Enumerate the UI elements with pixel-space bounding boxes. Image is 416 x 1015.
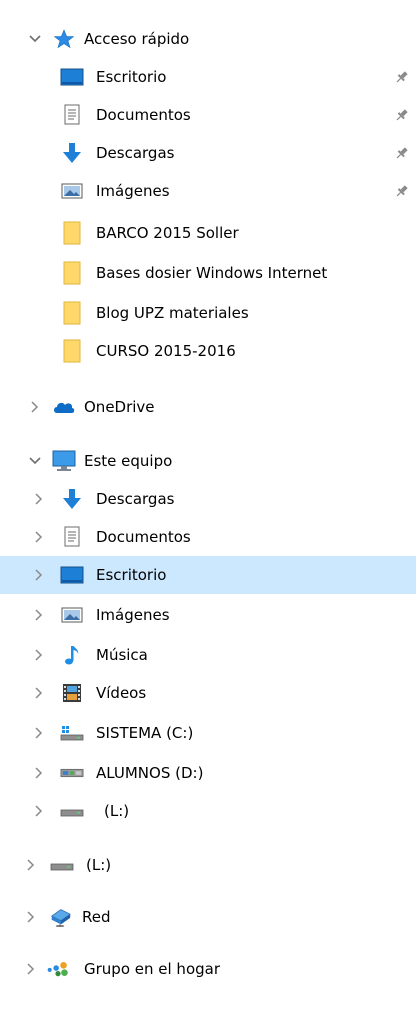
chevron-right-icon[interactable] (32, 530, 46, 544)
nav-this-pc-item-label: Imágenes (96, 606, 170, 624)
nav-quick-access-item-folder[interactable]: Blog UPZ materiales (0, 294, 416, 332)
star-icon (52, 28, 76, 50)
nav-this-pc-item-label: ALUMNOS (D:) (96, 764, 204, 782)
nav-quick-access-item-folder[interactable]: CURSO 2015-2016 (0, 332, 416, 370)
nav-homegroup-label: Grupo en el hogar (84, 960, 220, 978)
nav-onedrive[interactable]: OneDrive (0, 388, 416, 426)
network-icon (48, 906, 72, 928)
nav-this-pc-item-label: Escritorio (96, 566, 167, 584)
nav-this-pc-item-label: SISTEMA (C:) (96, 724, 194, 742)
cloud-icon (52, 396, 76, 418)
folder-icon (60, 261, 84, 285)
nav-quick-access-item-imagenes[interactable]: Imágenes (0, 172, 416, 210)
nav-this-pc-item-label: (L:) (104, 802, 130, 820)
documents-icon (60, 104, 84, 126)
nav-this-pc-item-musica[interactable]: Música (0, 636, 416, 674)
drive-icon (50, 854, 74, 876)
nav-quick-access-item-escritorio[interactable]: Escritorio (0, 58, 416, 96)
chevron-right-icon[interactable] (32, 804, 46, 818)
music-note-icon (60, 644, 84, 666)
nav-drive-l-label: (L:) (86, 856, 112, 874)
nav-quick-access-item-folder[interactable]: BARCO 2015 Soller (0, 214, 416, 252)
nav-quick-access-item-folder[interactable]: Bases dosier Windows Internet (0, 254, 416, 292)
chevron-down-icon[interactable] (28, 32, 42, 46)
download-arrow-icon (60, 142, 84, 164)
desktop-icon (60, 564, 84, 586)
nav-quick-access-item-label: Blog UPZ materiales (96, 304, 249, 322)
nav-network[interactable]: Red (0, 898, 416, 936)
folder-icon (60, 221, 84, 245)
nav-quick-access-item-descargas[interactable]: Descargas (0, 134, 416, 172)
nav-this-pc-item-documentos[interactable]: Documentos (0, 518, 416, 556)
drive-icon (60, 800, 84, 822)
folder-icon (60, 301, 84, 325)
nav-quick-access-item-label: Documentos (96, 106, 191, 124)
nav-quick-access[interactable]: Acceso rápido (0, 20, 416, 58)
chevron-right-icon[interactable] (32, 568, 46, 582)
pin-icon[interactable] (394, 107, 410, 123)
download-arrow-icon (60, 488, 84, 510)
nav-quick-access-label: Acceso rápido (84, 30, 190, 48)
nav-this-pc-item-label: Vídeos (96, 684, 147, 702)
nav-this-pc-item-label: Descargas (96, 490, 175, 508)
nav-this-pc-item-videos[interactable]: Vídeos (0, 674, 416, 712)
pin-icon[interactable] (394, 69, 410, 85)
chevron-right-icon[interactable] (32, 492, 46, 506)
nav-this-pc-item-drive-d[interactable]: ALUMNOS (D:) (0, 754, 416, 792)
film-strip-icon (60, 682, 84, 704)
nav-quick-access-item-label: Bases dosier Windows Internet (96, 264, 328, 282)
nav-this-pc-label: Este equipo (84, 452, 173, 470)
chevron-right-icon[interactable] (32, 726, 46, 740)
chevron-right-icon[interactable] (24, 858, 38, 872)
nav-this-pc-item-label: Documentos (96, 528, 191, 546)
nav-homegroup[interactable]: Grupo en el hogar (0, 950, 416, 988)
chevron-right-icon[interactable] (28, 400, 42, 414)
system-drive-icon (60, 722, 84, 744)
nav-onedrive-label: OneDrive (84, 398, 155, 416)
pin-icon[interactable] (394, 145, 410, 161)
nav-this-pc-item-escritorio[interactable]: Escritorio (0, 556, 416, 594)
navigation-pane: Acceso rápido Escritorio Documentos Desc… (0, 0, 416, 1015)
nav-this-pc[interactable]: Este equipo (0, 442, 416, 480)
nav-this-pc-item-drive-l[interactable]: (L:) (0, 792, 416, 830)
pin-icon[interactable] (394, 183, 410, 199)
chevron-right-icon[interactable] (32, 608, 46, 622)
pictures-icon (60, 180, 84, 202)
nav-quick-access-item-label: CURSO 2015-2016 (96, 342, 236, 360)
chevron-right-icon[interactable] (32, 686, 46, 700)
nav-quick-access-item-label: Escritorio (96, 68, 167, 86)
computer-icon (52, 450, 76, 472)
nav-this-pc-item-descargas[interactable]: Descargas (0, 480, 416, 518)
nav-quick-access-item-label: BARCO 2015 Soller (96, 224, 239, 242)
chevron-right-icon[interactable] (24, 962, 38, 976)
nav-this-pc-item-label: Música (96, 646, 148, 664)
nav-this-pc-item-drive-c[interactable]: SISTEMA (C:) (0, 714, 416, 752)
folder-icon (60, 339, 84, 363)
nav-network-label: Red (82, 908, 111, 926)
network-drive-icon (60, 762, 84, 784)
nav-quick-access-item-label: Descargas (96, 144, 175, 162)
nav-drive-l[interactable]: (L:) (0, 846, 416, 884)
nav-quick-access-item-label: Imágenes (96, 182, 170, 200)
nav-quick-access-item-documentos[interactable]: Documentos (0, 96, 416, 134)
desktop-icon (60, 66, 84, 88)
nav-this-pc-item-imagenes[interactable]: Imágenes (0, 596, 416, 634)
pictures-icon (60, 604, 84, 626)
homegroup-icon (46, 958, 70, 980)
chevron-down-icon[interactable] (28, 454, 42, 468)
documents-icon (60, 526, 84, 548)
chevron-right-icon[interactable] (32, 648, 46, 662)
chevron-right-icon[interactable] (32, 766, 46, 780)
chevron-right-icon[interactable] (24, 910, 38, 924)
